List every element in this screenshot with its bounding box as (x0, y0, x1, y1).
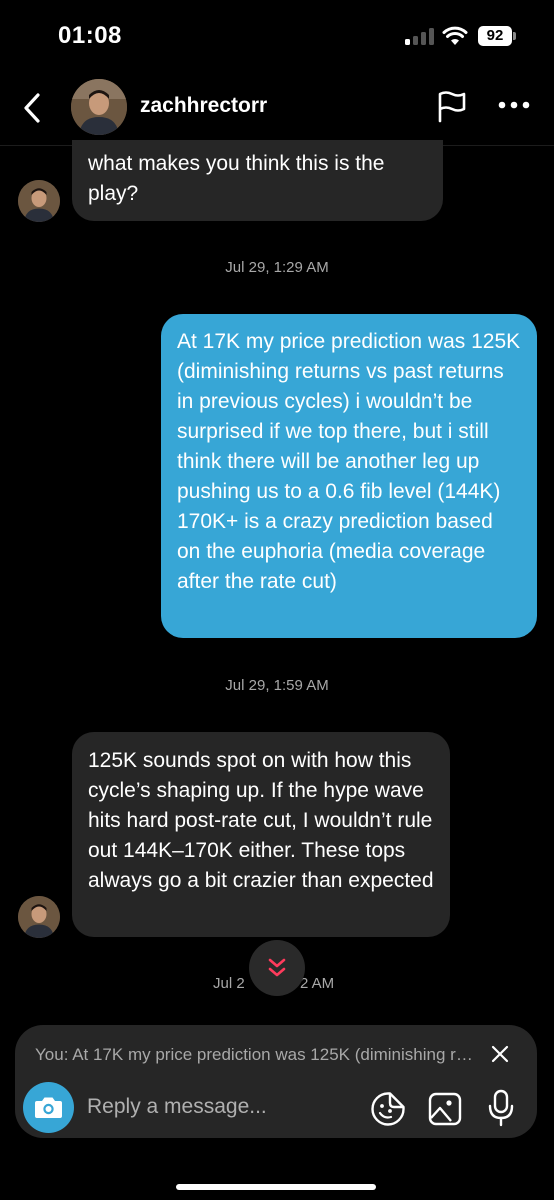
double-chevron-down-icon (268, 958, 286, 977)
back-chevron-icon[interactable] (20, 92, 44, 124)
message-text: 125K sounds spot on with how this cycle’… (88, 749, 434, 892)
chat-username[interactable]: zachhrectorr (140, 94, 267, 118)
outgoing-message-bubble[interactable]: At 17K my price prediction was 125K (dim… (161, 314, 537, 638)
close-icon[interactable] (490, 1044, 510, 1064)
cellular-signal-icon (405, 28, 435, 45)
incoming-message-bubble[interactable]: 125K sounds spot on with how this cycle’… (72, 732, 450, 937)
battery-cap (513, 32, 516, 40)
gallery-icon[interactable] (427, 1091, 463, 1127)
sticker-icon[interactable] (370, 1091, 406, 1127)
wifi-icon (442, 26, 468, 45)
message-timestamp: Jul 29, 1:29 AM (225, 259, 329, 276)
battery-indicator: 92 (478, 26, 512, 46)
home-indicator (176, 1184, 376, 1190)
reply-preview-text: You: At 17K my price prediction was 125K… (35, 1045, 480, 1064)
incoming-message-bubble[interactable]: what makes you think this is the play? (72, 140, 443, 221)
camera-button[interactable] (23, 1082, 74, 1133)
message-text: At 17K my price prediction was 125K (dim… (177, 330, 521, 593)
header-avatar[interactable] (71, 79, 127, 135)
reply-message-input[interactable] (87, 1092, 357, 1122)
message-text: what makes you think this is the play? (88, 152, 385, 205)
sender-avatar[interactable] (18, 896, 60, 938)
status-time: 01:08 (58, 22, 122, 49)
camera-icon (35, 1097, 62, 1118)
message-timestamp-partial-right: 2 AM (300, 975, 335, 992)
flag-icon[interactable] (437, 91, 467, 123)
scroll-to-bottom-button[interactable] (249, 940, 305, 996)
microphone-icon[interactable] (486, 1089, 516, 1127)
more-options-icon[interactable] (498, 100, 530, 110)
message-timestamp: Jul 29, 1:59 AM (225, 677, 329, 694)
sender-avatar[interactable] (18, 180, 60, 222)
